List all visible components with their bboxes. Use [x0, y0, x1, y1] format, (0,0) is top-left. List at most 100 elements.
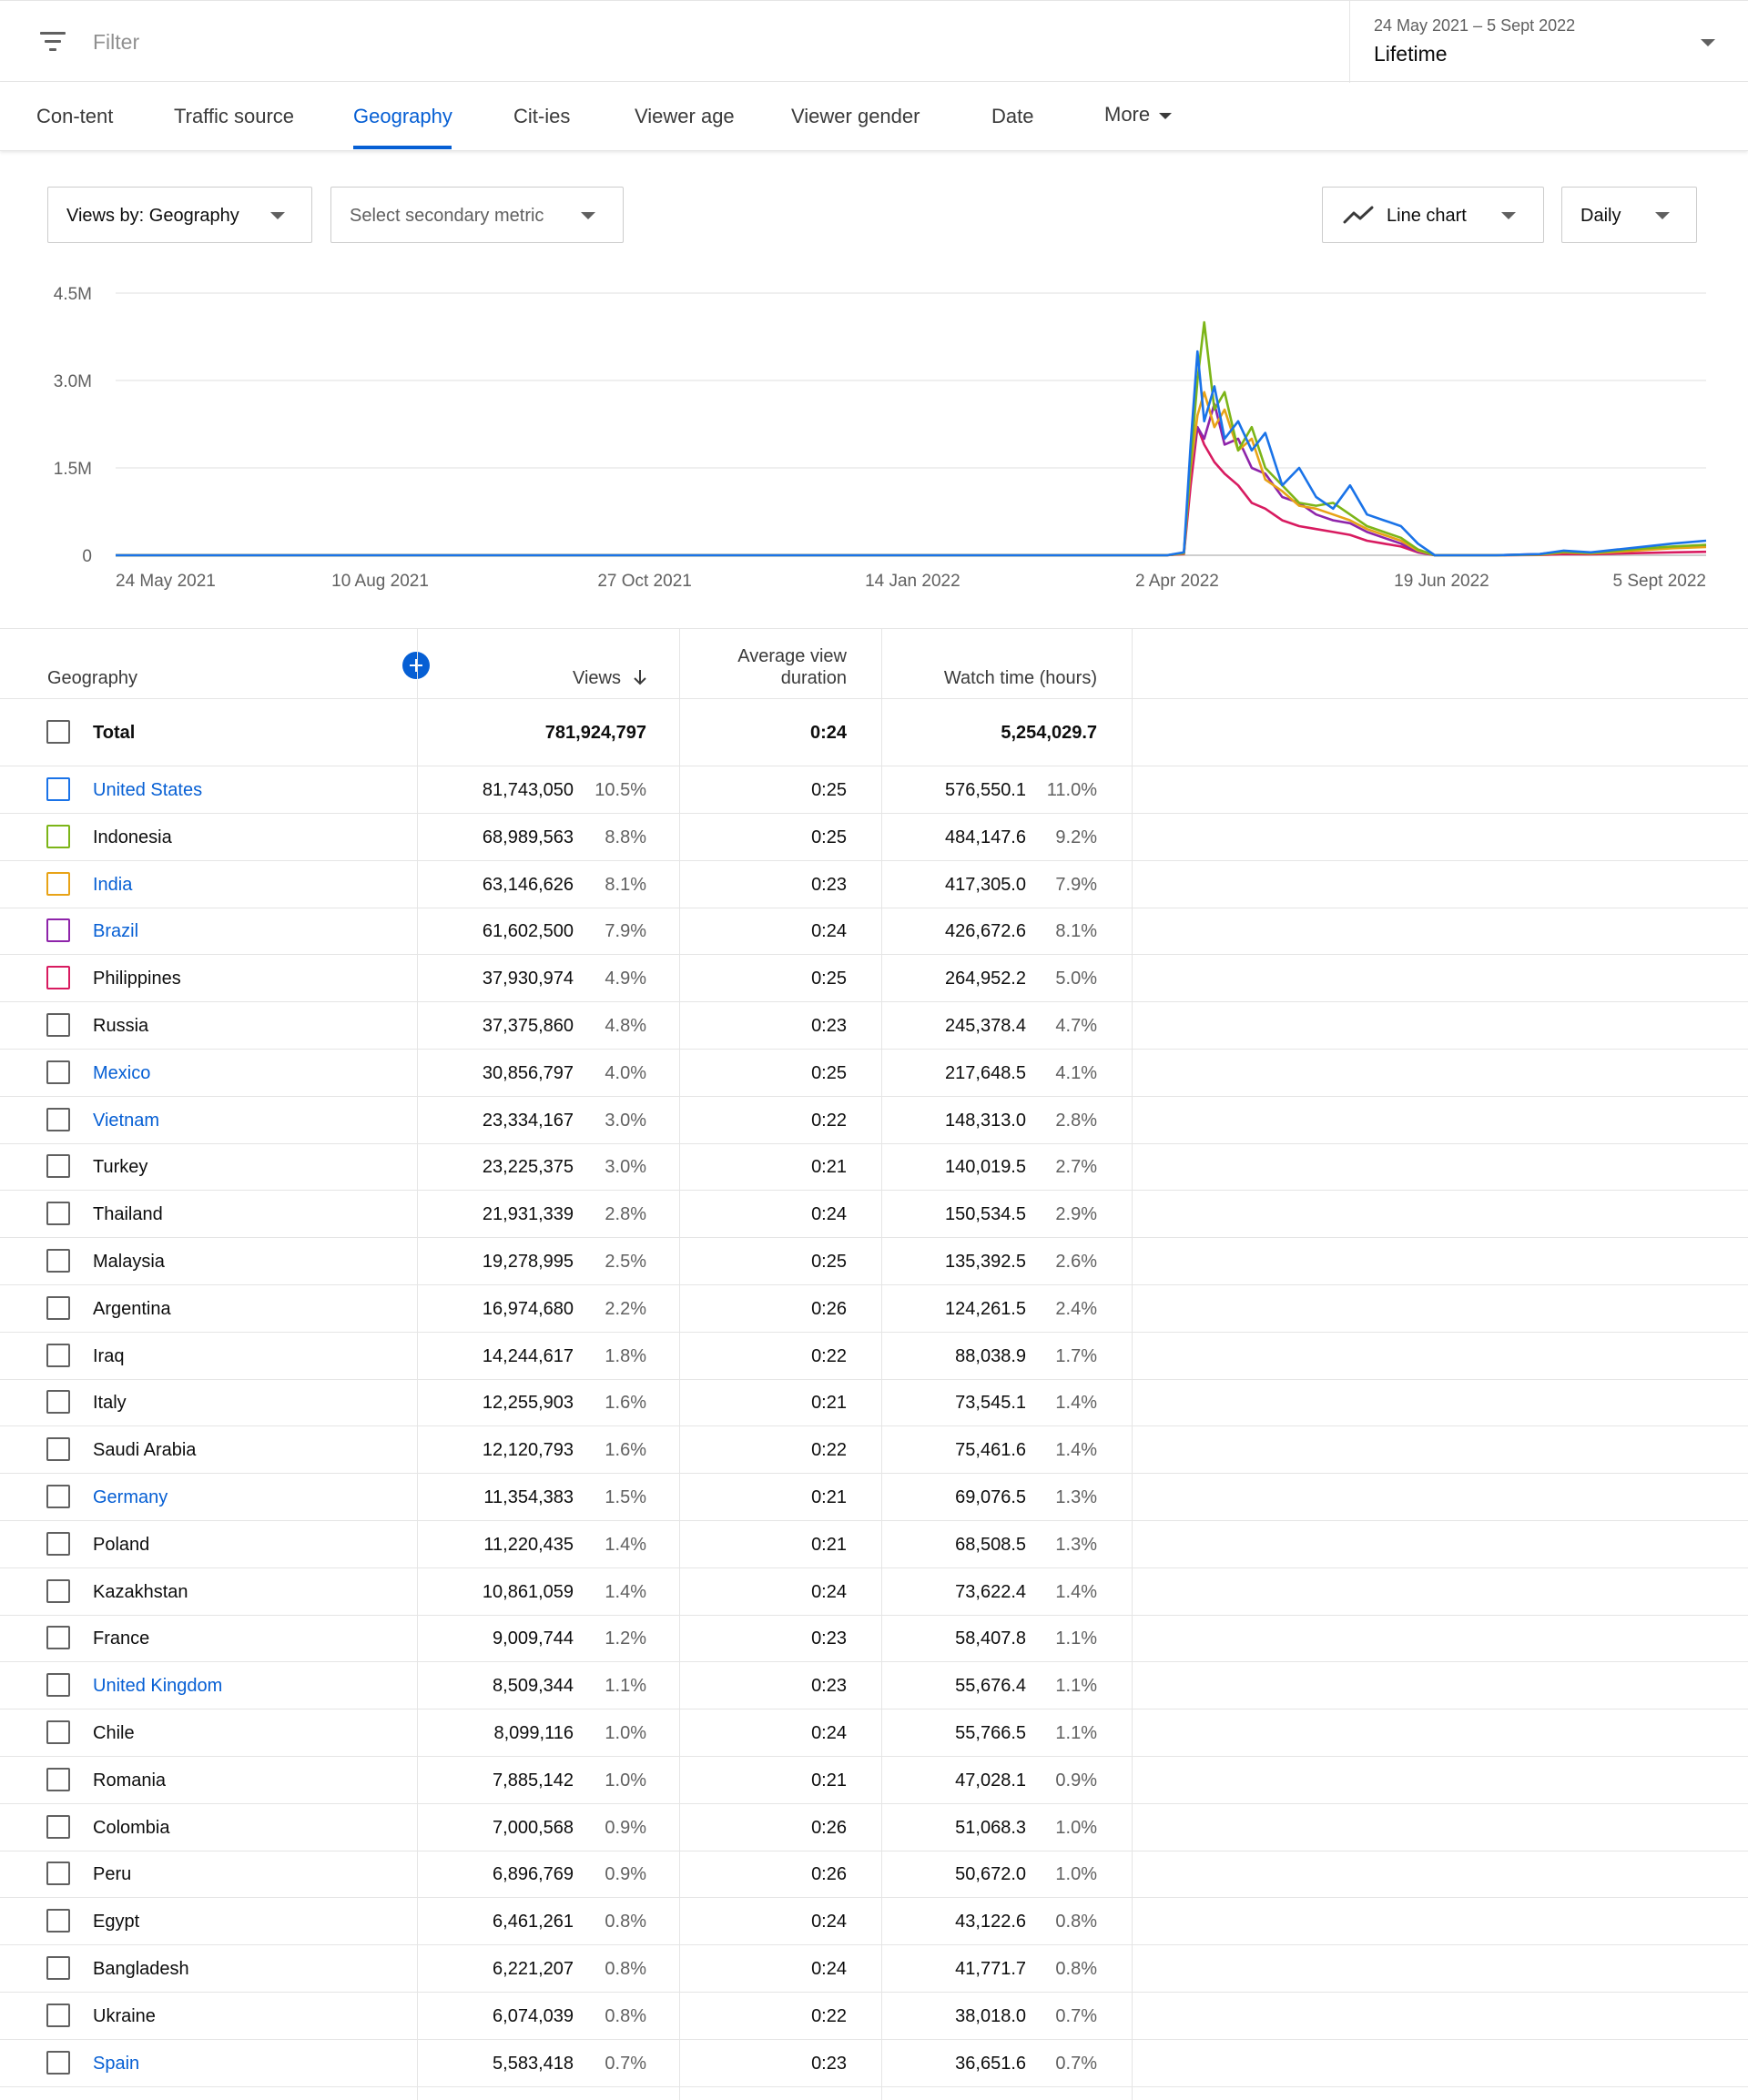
tab-content[interactable]: Con-tent: [36, 105, 113, 128]
row-checkbox[interactable]: [46, 1249, 70, 1273]
country-name[interactable]: Brazil: [93, 921, 138, 942]
tab-cities[interactable]: Cit-ies: [513, 105, 570, 128]
column-header-watch-time[interactable]: Watch time (hours): [874, 667, 1097, 689]
row-checkbox[interactable]: [46, 1013, 70, 1037]
table-row[interactable]: Ukraine 6,074,039 0.8% 0:22 38,018.0 0.7%: [0, 1993, 1748, 2040]
table-row[interactable]: Italy 12,255,903 1.6% 0:21 73,545.1 1.4%: [0, 1379, 1748, 1426]
row-checkbox[interactable]: [46, 1579, 70, 1603]
secondary-metric-dropdown[interactable]: Select secondary metric: [330, 187, 624, 243]
table-row[interactable]: Germany 11,354,383 1.5% 0:21 69,076.5 1.3%: [0, 1474, 1748, 1521]
row-checkbox[interactable]: [46, 1390, 70, 1414]
y-tick-label: 1.5M: [54, 460, 92, 479]
row-checkbox[interactable]: [46, 1626, 70, 1649]
country-name[interactable]: India: [93, 875, 132, 896]
row-watch-time: 55,676.4: [955, 1676, 1026, 1696]
row-checkbox[interactable]: [46, 1296, 70, 1320]
interval-dropdown[interactable]: Daily: [1561, 187, 1697, 243]
table-row[interactable]: Chile 8,099,116 1.0% 0:24 55,766.5 1.1%: [0, 1709, 1748, 1757]
secondary-metric-label: Select secondary metric: [350, 206, 544, 226]
row-checkbox[interactable]: [46, 966, 70, 989]
row-views: 11,220,435: [483, 1535, 574, 1555]
column-header-geography[interactable]: Geography: [47, 667, 137, 689]
table-row[interactable]: Peru 6,896,769 0.9% 0:26 50,672.0 1.0%: [0, 1851, 1748, 1898]
row-checkbox[interactable]: [46, 872, 70, 896]
table-row[interactable]: Brazil 61,602,500 7.9% 0:24 426,672.6 8.1%: [0, 908, 1748, 955]
row-checkbox[interactable]: [46, 777, 70, 801]
row-views: 61,602,500: [482, 921, 574, 941]
row-checkbox[interactable]: [46, 1532, 70, 1556]
row-watch-time: 576,550.1: [945, 780, 1026, 800]
row-checkbox[interactable]: [46, 1909, 70, 1933]
tab-more[interactable]: More: [1104, 103, 1173, 127]
column-header-views[interactable]: Views: [510, 667, 646, 689]
row-avg-duration: 0:24: [809, 723, 847, 743]
table-row[interactable]: Mexico 30,856,797 4.0% 0:25 217,648.5 4.1%: [0, 1050, 1748, 1097]
table-row[interactable]: United Kingdom 8,509,344 1.1% 0:23 55,676.4 1…: [0, 1662, 1748, 1709]
table-row[interactable]: Thailand 21,931,339 2.8% 0:24 150,534.5 2.9%: [0, 1191, 1748, 1238]
row-label: Total: [93, 723, 136, 743]
row-views: 8,509,344: [493, 1676, 574, 1696]
table-row[interactable]: Colombia 7,000,568 0.9% 0:26 51,068.3 1.0%: [0, 1804, 1748, 1851]
tab-date[interactable]: Date: [991, 105, 1033, 128]
filter-icon[interactable]: [40, 32, 66, 52]
row-checkbox[interactable]: [46, 918, 70, 942]
table-row[interactable]: Romania 7,885,142 1.0% 0:21 47,028.1 0.9%: [0, 1757, 1748, 1804]
row-checkbox[interactable]: [46, 825, 70, 848]
column-header-avg-view-duration[interactable]: Average view duration: [681, 645, 847, 689]
table-row[interactable]: Bangladesh 6,221,207 0.8% 0:24 41,771.7 0.8%: [0, 1945, 1748, 1993]
table-row[interactable]: United States 81,743,050 10.5% 0:25 576,550.…: [0, 766, 1748, 814]
table-row[interactable]: India 63,146,626 8.1% 0:23 417,305.0 7.9%: [0, 861, 1748, 908]
row-views: 30,856,797: [482, 1063, 574, 1083]
tab-geography[interactable]: Geography: [353, 105, 452, 128]
date-range-picker[interactable]: 24 May 2021 – 5 Sept 2022 Lifetime: [1349, 1, 1748, 83]
country-name[interactable]: Vietnam: [93, 1111, 159, 1131]
row-checkbox[interactable]: [46, 1485, 70, 1508]
tab-viewer-gender[interactable]: Viewer gender: [791, 105, 920, 128]
table-row[interactable]: Iraq 14,244,617 1.8% 0:22 88,038.9 1.7%: [0, 1333, 1748, 1380]
row-checkbox[interactable]: [46, 2004, 70, 2027]
row-watch-percent: 5.0%: [1055, 969, 1097, 989]
table-row[interactable]: Philippines 37,930,974 4.9% 0:25 264,952.2 5.…: [0, 955, 1748, 1002]
country-name[interactable]: United Kingdom: [93, 1676, 222, 1697]
row-checkbox[interactable]: [46, 1673, 70, 1697]
table-row[interactable]: Indonesia 68,989,563 8.8% 0:25 484,147.6 9.2%: [0, 814, 1748, 861]
table-row[interactable]: Spain 5,583,418 0.7% 0:23 36,651.6 0.7%: [0, 2040, 1748, 2087]
row-checkbox[interactable]: [46, 1108, 70, 1131]
add-column-icon[interactable]: [402, 652, 430, 679]
table-row[interactable]: France 9,009,744 1.2% 0:23 58,407.8 1.1%: [0, 1615, 1748, 1662]
row-checkbox[interactable]: [46, 1720, 70, 1744]
table-row[interactable]: Turkey 23,225,375 3.0% 0:21 140,019.5 2.7%: [0, 1143, 1748, 1191]
row-watch-time: 75,461.6: [955, 1440, 1026, 1460]
table-row[interactable]: Vietnam 23,334,167 3.0% 0:22 148,313.0 2.8%: [0, 1097, 1748, 1144]
country-name[interactable]: United States: [93, 780, 202, 801]
table-row[interactable]: Kazakhstan 10,861,059 1.4% 0:24 73,622.4 1.4%: [0, 1568, 1748, 1616]
row-checkbox[interactable]: [46, 1202, 70, 1225]
row-views-percent: 1.5%: [605, 1487, 646, 1507]
country-name[interactable]: Germany: [93, 1487, 168, 1508]
row-checkbox[interactable]: [46, 1862, 70, 1885]
primary-metric-dropdown[interactable]: Views by: Geography: [47, 187, 312, 243]
table-row[interactable]: Poland 11,220,435 1.4% 0:21 68,508.5 1.3%: [0, 1521, 1748, 1568]
tab-traffic-source[interactable]: Traffic source: [174, 105, 294, 128]
row-views: 68,989,563: [482, 827, 574, 847]
row-checkbox[interactable]: [46, 1815, 70, 1839]
table-row[interactable]: Egypt 6,461,261 0.8% 0:24 43,122.6 0.8%: [0, 1898, 1748, 1945]
row-checkbox[interactable]: [46, 1060, 70, 1084]
filter-input[interactable]: Filter: [93, 30, 139, 55]
total-checkbox[interactable]: [46, 720, 70, 744]
tab-viewer-age[interactable]: Viewer age: [635, 105, 735, 128]
row-watch-percent: 1.1%: [1055, 1723, 1097, 1743]
row-checkbox[interactable]: [46, 1768, 70, 1791]
table-row[interactable]: Argentina 16,974,680 2.2% 0:26 124,261.5 2.4%: [0, 1285, 1748, 1333]
country-name[interactable]: Spain: [93, 2054, 139, 2075]
row-checkbox[interactable]: [46, 1344, 70, 1367]
row-checkbox[interactable]: [46, 1154, 70, 1178]
country-name[interactable]: Mexico: [93, 1063, 150, 1084]
table-row[interactable]: Russia 37,375,860 4.8% 0:23 245,378.4 4.7%: [0, 1002, 1748, 1050]
row-checkbox[interactable]: [46, 2051, 70, 2075]
table-row[interactable]: Saudi Arabia 12,120,793 1.6% 0:22 75,461.6 1.…: [0, 1426, 1748, 1474]
row-checkbox[interactable]: [46, 1956, 70, 1980]
table-row[interactable]: Malaysia 19,278,995 2.5% 0:25 135,392.5 2.6%: [0, 1238, 1748, 1285]
chart-type-dropdown[interactable]: Line chart: [1322, 187, 1544, 243]
row-checkbox[interactable]: [46, 1437, 70, 1461]
